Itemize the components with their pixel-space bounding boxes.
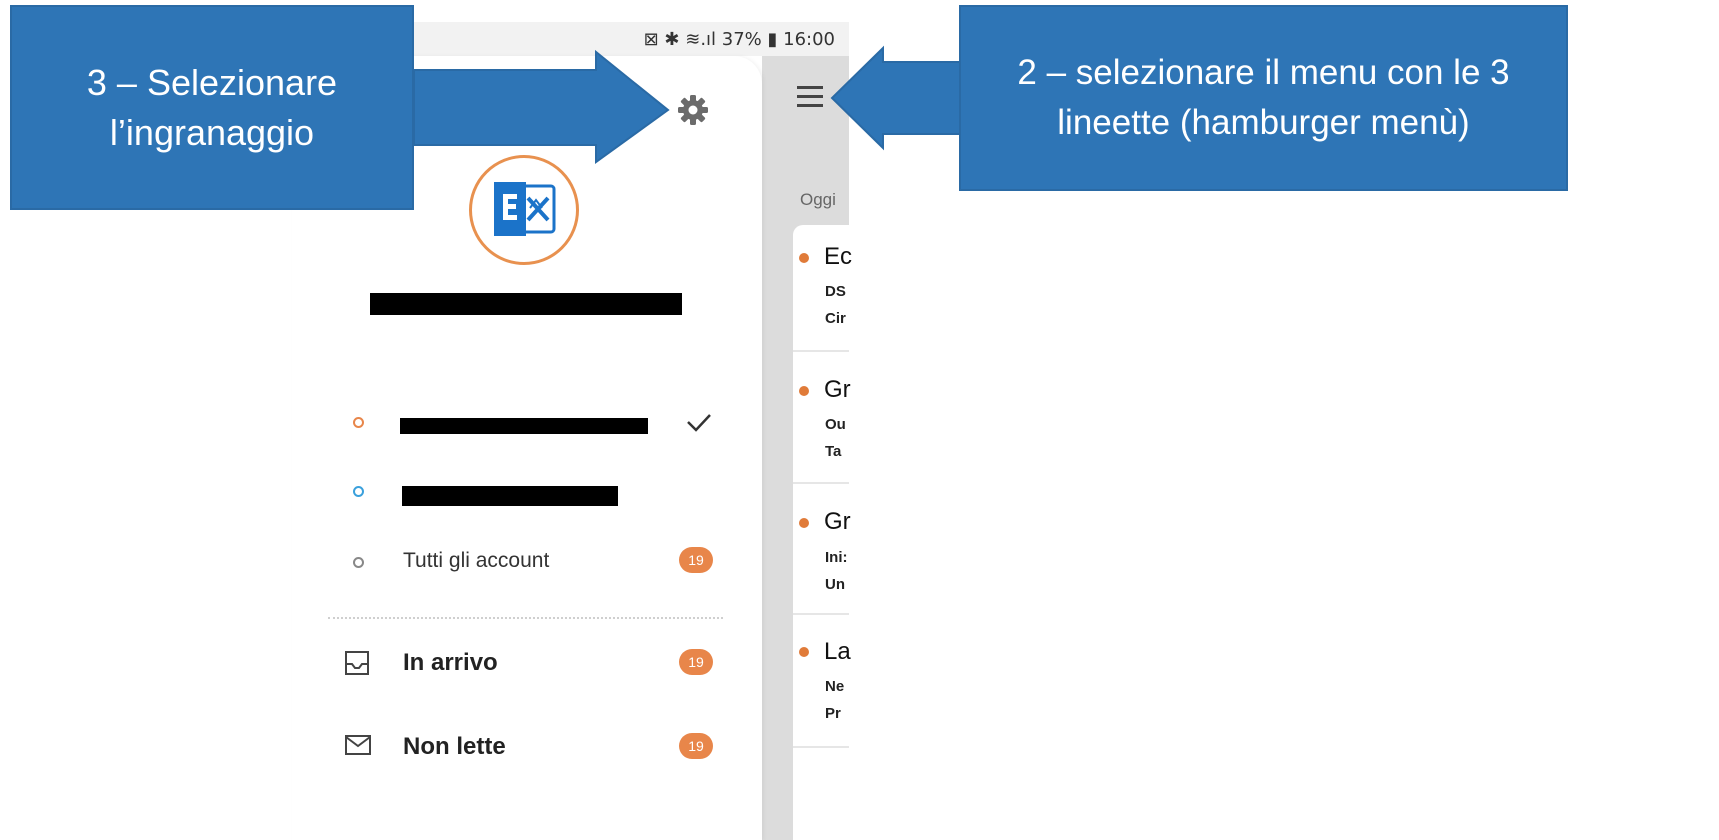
mail-item-title[interactable]: Ec bbox=[824, 243, 852, 271]
callout-hamburger-text: 2 – selezionare il menu con le 3 lineett… bbox=[1017, 53, 1510, 142]
folder-unread-badge: 19 bbox=[679, 733, 713, 759]
unread-dot bbox=[799, 386, 809, 396]
callout-hamburger: 2 – selezionare il menu con le 3 lineett… bbox=[959, 5, 1568, 191]
mail-item-title[interactable]: La bbox=[824, 638, 851, 666]
account-dot-blue bbox=[353, 486, 364, 497]
mail-item-title[interactable]: Gr bbox=[824, 508, 851, 536]
mail-item-line: Cir bbox=[825, 310, 846, 327]
unread-dot bbox=[799, 518, 809, 528]
mail-item-title[interactable]: Gr bbox=[824, 376, 851, 404]
mail-separator bbox=[793, 613, 849, 615]
status-text: ⊠ ✱ ≋.ıl 37% ▮ 16:00 bbox=[643, 29, 835, 50]
account-dot-orange bbox=[353, 417, 364, 428]
divider bbox=[328, 617, 723, 619]
folder-unread-label[interactable]: Non lette bbox=[403, 733, 506, 761]
unread-dot bbox=[799, 647, 809, 657]
account-dot-gray bbox=[353, 557, 364, 568]
gear-icon[interactable] bbox=[675, 92, 711, 128]
exchange-logo bbox=[469, 155, 579, 265]
redacted-account-2[interactable] bbox=[402, 486, 618, 506]
mail-separator bbox=[793, 482, 849, 484]
mail-separator bbox=[793, 350, 849, 352]
mail-item-line: Ini: bbox=[825, 549, 848, 566]
envelope-icon bbox=[345, 735, 371, 755]
folder-inbox-badge: 19 bbox=[679, 649, 713, 675]
section-label-today: Oggi bbox=[800, 190, 836, 209]
mail-item-line: DS bbox=[825, 283, 846, 300]
arrow-to-hamburger bbox=[830, 45, 961, 151]
callout-gear: 3 – Selezionare l’ingranaggio bbox=[10, 5, 414, 210]
unread-dot bbox=[799, 253, 809, 263]
hamburger-menu-icon[interactable] bbox=[797, 86, 825, 110]
mail-separator bbox=[793, 746, 849, 748]
mail-item-line: Ta bbox=[825, 443, 842, 460]
mail-item-line: Ne bbox=[825, 678, 845, 695]
inbox-icon bbox=[345, 651, 369, 675]
mail-item-line: Pr bbox=[825, 705, 841, 722]
check-icon bbox=[687, 414, 711, 432]
all-accounts-badge: 19 bbox=[679, 547, 713, 573]
callout-gear-text: 3 – Selezionare l’ingranaggio bbox=[86, 61, 338, 153]
mail-item-line: Ou bbox=[825, 416, 846, 433]
redacted-account-1[interactable] bbox=[400, 418, 648, 434]
mail-item-line: Un bbox=[825, 576, 845, 593]
exchange-logo-icon bbox=[494, 182, 556, 236]
redacted-email bbox=[370, 293, 682, 315]
folder-inbox-label[interactable]: In arrivo bbox=[403, 649, 498, 677]
all-accounts-label[interactable]: Tutti gli account bbox=[403, 549, 549, 573]
